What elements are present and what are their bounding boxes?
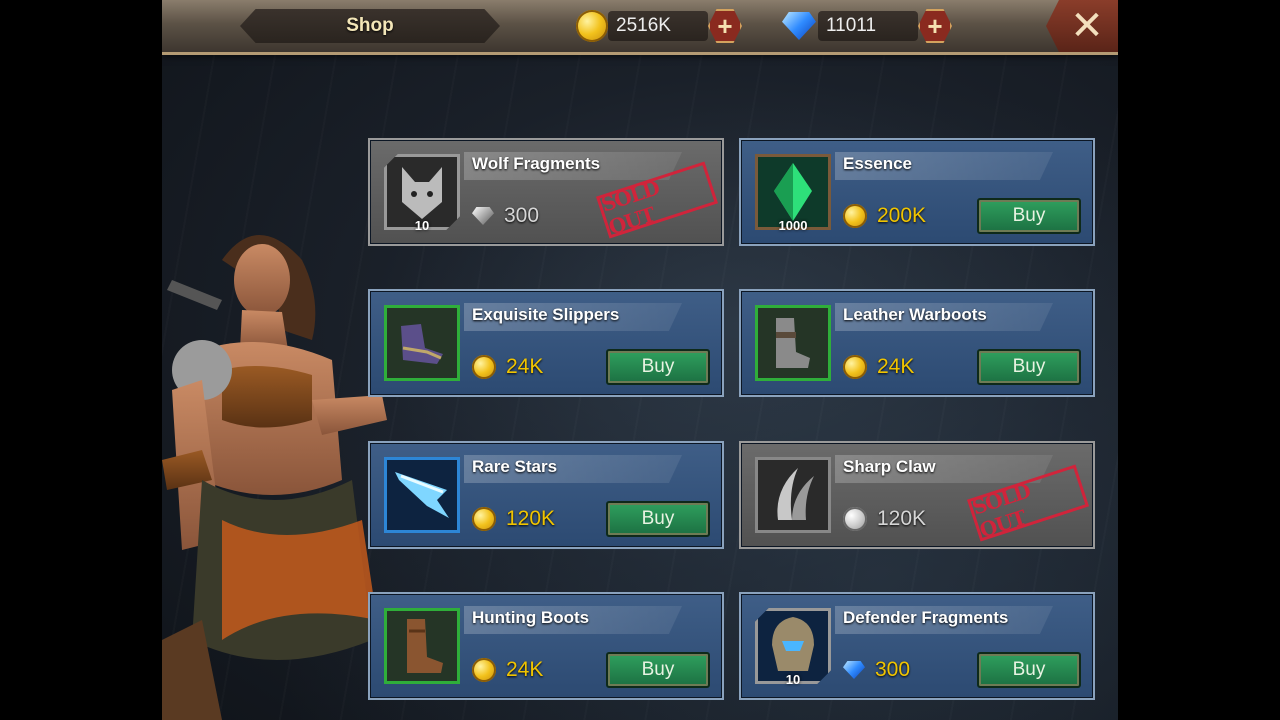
gem-amount: 11011	[826, 15, 877, 36]
item-price: 300	[843, 658, 910, 682]
rare-stars-blade-icon	[384, 457, 460, 533]
gem-counter: 11011 +	[782, 9, 952, 43]
item-price: 120K	[843, 507, 926, 531]
title-plate: Shop	[240, 9, 500, 43]
buy-button[interactable]: Buy	[606, 501, 710, 537]
buy-button[interactable]: Buy	[977, 652, 1081, 688]
item-name: Sharp Claw	[843, 457, 936, 476]
sharp-claw-icon	[755, 457, 831, 533]
diamond-icon	[843, 661, 865, 679]
hunting-boots-icon	[384, 608, 460, 684]
add-gold-button[interactable]: +	[708, 9, 742, 43]
shop-item-rare-stars: Rare Stars 120K Buy	[368, 441, 724, 549]
page-title: Shop	[346, 15, 394, 36]
shop-item-exquisite-slippers: Exquisite Slippers 24K Buy	[368, 289, 724, 397]
item-name: Exquisite Slippers	[472, 305, 620, 324]
slippers-icon	[384, 305, 460, 381]
item-price: 300	[472, 204, 539, 228]
item-price: 24K	[843, 355, 914, 379]
item-name: Rare Stars	[472, 457, 558, 476]
item-name: Wolf Fragments	[472, 154, 601, 173]
close-button[interactable]: ✕	[1046, 0, 1118, 52]
gold-coin-icon	[843, 507, 867, 531]
item-name: Hunting Boots	[472, 608, 590, 627]
warboots-icon	[755, 305, 831, 381]
game-screen: Shop 2516K + 11011 + ✕ 10 Wolf Fragments…	[162, 0, 1118, 720]
shop-item-wolf-fragments: 10 Wolf Fragments 300 SOLD OUT	[368, 138, 724, 246]
gold-coin-icon	[843, 204, 867, 228]
item-name: Leather Warboots	[843, 305, 987, 324]
gold-coin-icon	[576, 10, 608, 42]
shop-item-leather-warboots: Leather Warboots 24K Buy	[739, 289, 1095, 397]
diamond-icon	[782, 12, 816, 40]
top-bar: Shop 2516K + 11011 + ✕	[162, 0, 1118, 55]
item-price: 24K	[472, 658, 543, 682]
item-name: Essence	[843, 154, 912, 173]
shop-item-defender-fragments: 10 Defender Fragments 300 Buy	[739, 592, 1095, 700]
diamond-icon	[472, 207, 494, 225]
item-price: 120K	[472, 507, 555, 531]
shop-item-essence: 1000 Essence 200K Buy	[739, 138, 1095, 246]
gold-counter: 2516K +	[576, 9, 742, 43]
item-price: 200K	[843, 204, 926, 228]
shop-item-hunting-boots: Hunting Boots 24K Buy	[368, 592, 724, 700]
gold-coin-icon	[472, 658, 496, 682]
buy-button[interactable]: Buy	[977, 349, 1081, 385]
buy-button[interactable]: Buy	[606, 349, 710, 385]
item-name: Defender Fragments	[843, 608, 1009, 627]
gold-amount: 2516K	[616, 15, 671, 36]
hero-character-illustration	[162, 235, 387, 720]
add-gems-button[interactable]: +	[918, 9, 952, 43]
buy-button[interactable]: Buy	[977, 198, 1081, 234]
close-icon: ✕	[1070, 4, 1104, 48]
buy-button[interactable]: Buy	[606, 652, 710, 688]
gold-coin-icon	[472, 507, 496, 531]
gold-coin-icon	[472, 355, 496, 379]
item-price: 24K	[472, 355, 543, 379]
gold-coin-icon	[843, 355, 867, 379]
shop-item-sharp-claw: Sharp Claw 120K SOLD OUT	[739, 441, 1095, 549]
